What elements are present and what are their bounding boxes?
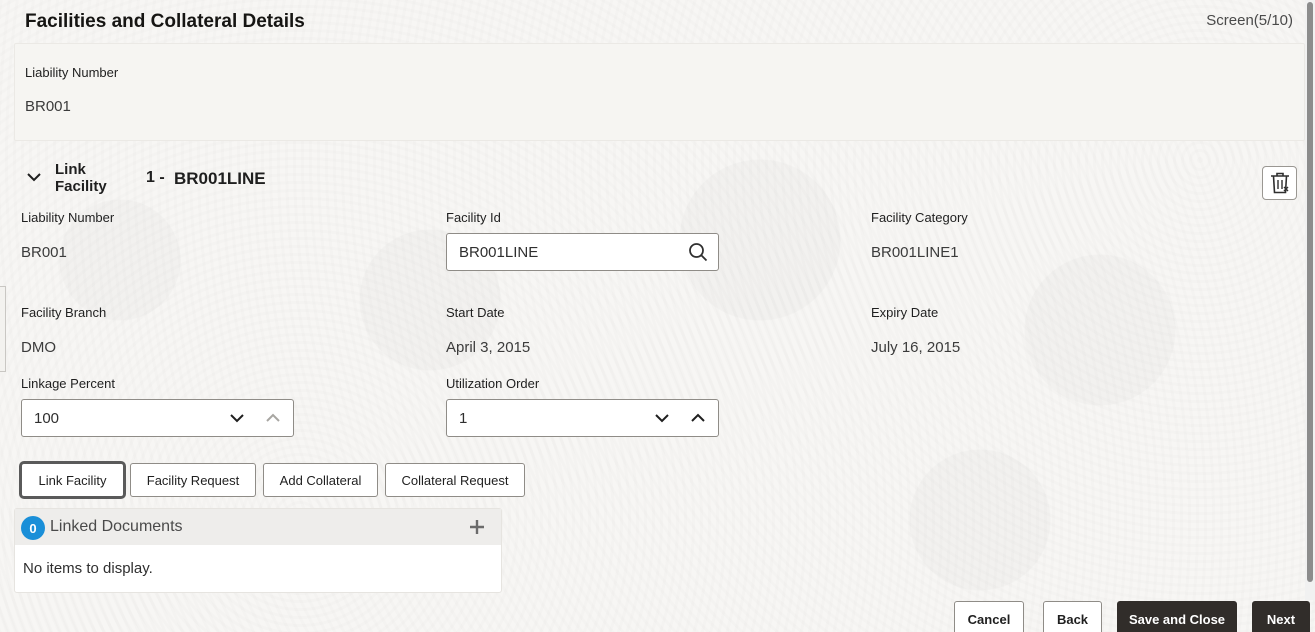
start-date-value: April 3, 2015 bbox=[446, 339, 531, 356]
chevron-up-icon[interactable] bbox=[265, 410, 281, 426]
summary-liability-value: BR001 bbox=[25, 98, 71, 115]
facility-branch-label: Facility Branch bbox=[21, 305, 107, 320]
link-facility-section-header: Link Facility 1 - BR001LINE bbox=[20, 161, 1300, 201]
chevron-down-icon[interactable] bbox=[654, 410, 670, 426]
linked-documents-header: 0 Linked Documents bbox=[15, 509, 501, 545]
utilization-order-value: 1 bbox=[459, 410, 468, 427]
chevron-up-icon[interactable] bbox=[690, 410, 706, 426]
next-button[interactable]: Next bbox=[1252, 601, 1310, 632]
start-date-label: Start Date bbox=[446, 305, 505, 320]
delete-button[interactable] bbox=[1262, 166, 1297, 200]
utilization-order-stepper[interactable]: 1 bbox=[446, 399, 719, 437]
chevron-down-icon[interactable] bbox=[26, 169, 42, 185]
save-and-close-button[interactable]: Save and Close bbox=[1117, 601, 1237, 632]
facility-branch-value: DMO bbox=[21, 339, 56, 356]
linkage-percent-stepper[interactable]: 100 bbox=[21, 399, 294, 437]
facility-id-value: BR001LINE bbox=[459, 244, 539, 261]
document-count-badge: 0 bbox=[21, 516, 45, 540]
section-facility-id: BR001LINE bbox=[174, 169, 266, 188]
liability-number-cell: Liability Number bbox=[21, 210, 114, 225]
trash-icon bbox=[1270, 172, 1289, 194]
page-title: Facilities and Collateral Details bbox=[25, 11, 305, 32]
facility-id-input[interactable]: BR001LINE bbox=[446, 233, 719, 271]
linked-documents-empty-text: No items to display. bbox=[23, 560, 153, 577]
facility-category-cell: Facility Category bbox=[871, 210, 968, 225]
side-panel-handle[interactable] bbox=[0, 286, 6, 372]
add-collateral-button[interactable]: Add Collateral bbox=[263, 463, 378, 497]
facility-id-label: Facility Id bbox=[446, 210, 501, 225]
screen-indicator: Screen(5/10) bbox=[1206, 12, 1293, 29]
section-label: Link Facility bbox=[55, 161, 107, 195]
summary-liability-label: Liability Number bbox=[25, 65, 119, 80]
expiry-date-value: July 16, 2015 bbox=[871, 339, 961, 356]
linked-documents-title: Linked Documents bbox=[50, 518, 183, 535]
collateral-request-button[interactable]: Collateral Request bbox=[385, 463, 525, 497]
scrollbar-thumb[interactable] bbox=[1307, 2, 1313, 582]
page-header: Facilities and Collateral Details Screen… bbox=[0, 0, 1305, 42]
linkage-percent-value: 100 bbox=[34, 410, 60, 427]
liability-number-value: BR001 bbox=[21, 244, 67, 261]
utilization-order-label: Utilization Order bbox=[446, 376, 540, 391]
expiry-date-label: Expiry Date bbox=[871, 305, 939, 320]
facility-request-button[interactable]: Facility Request bbox=[130, 463, 256, 497]
chevron-down-icon[interactable] bbox=[229, 410, 245, 426]
facility-category-value: BR001LINE1 bbox=[871, 244, 959, 261]
plus-icon[interactable] bbox=[469, 519, 485, 535]
liability-summary-panel: Liability Number BR001 bbox=[14, 43, 1305, 141]
facility-id-cell: Facility Id bbox=[446, 210, 501, 225]
linkage-percent-label: Linkage Percent bbox=[21, 376, 115, 391]
section-number: 1 - bbox=[146, 169, 165, 186]
link-facility-button[interactable]: Link Facility bbox=[21, 463, 124, 497]
facility-category-label: Facility Category bbox=[871, 210, 968, 225]
search-icon[interactable] bbox=[688, 242, 708, 262]
back-button[interactable]: Back bbox=[1043, 601, 1102, 632]
liability-number-label: Liability Number bbox=[21, 210, 115, 225]
linked-documents-panel: 0 Linked Documents No items to display. bbox=[14, 508, 502, 593]
vertical-scrollbar[interactable] bbox=[1305, 0, 1315, 600]
cancel-button[interactable]: Cancel bbox=[954, 601, 1024, 632]
